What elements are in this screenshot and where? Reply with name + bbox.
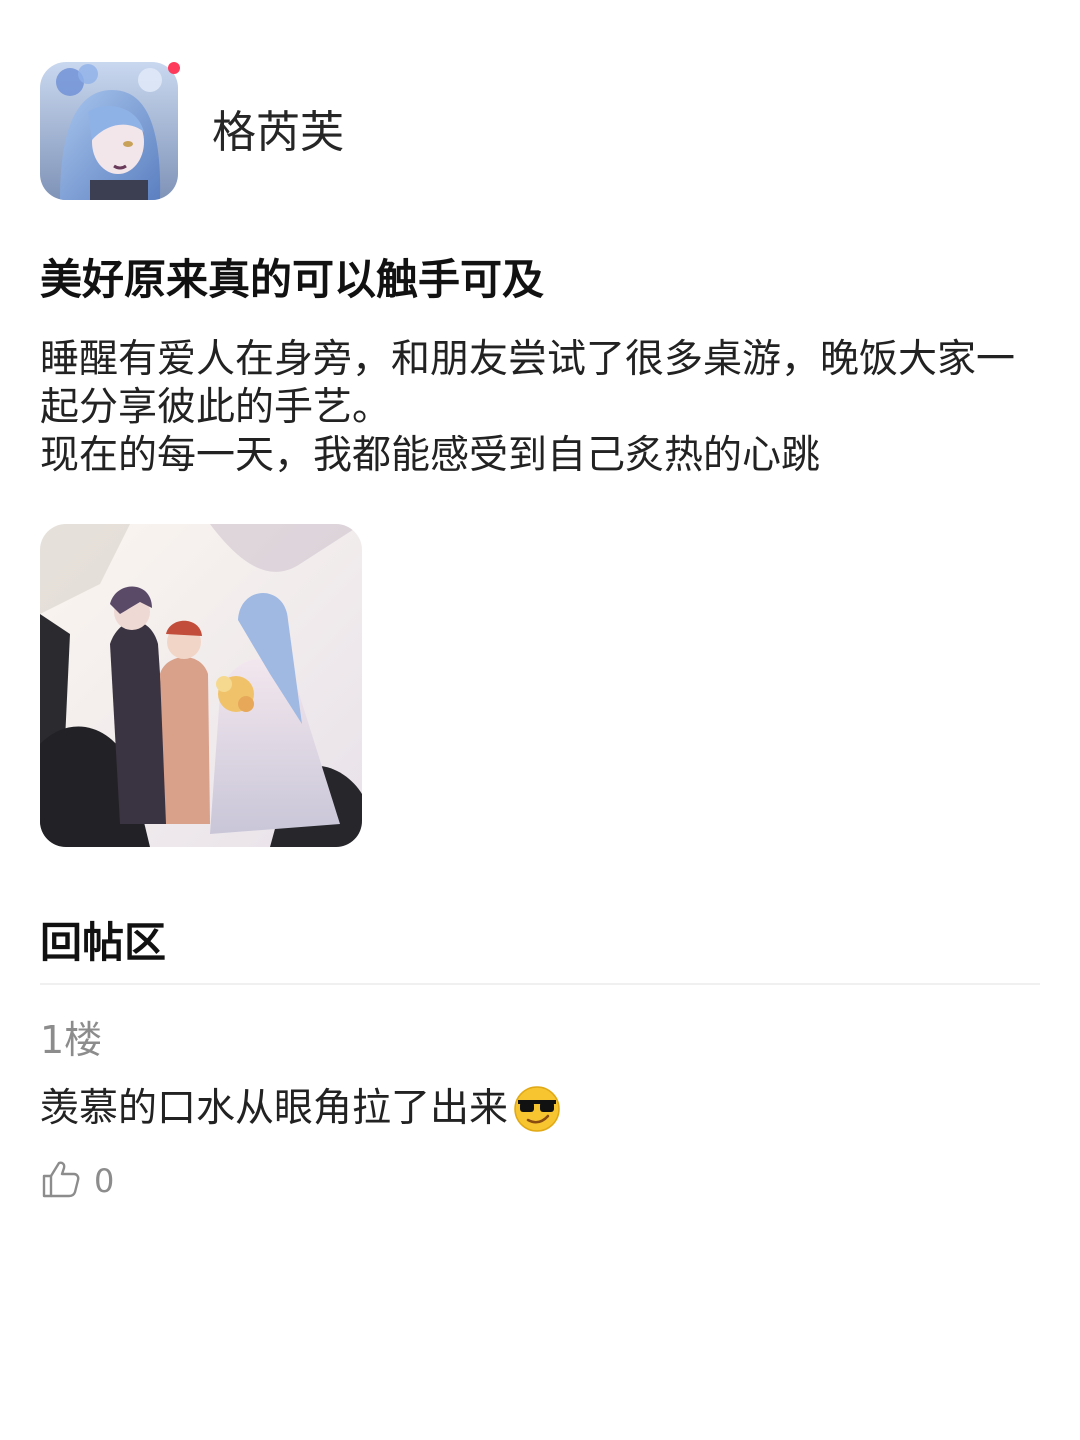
- divider: [40, 983, 1040, 985]
- post-body: 睡醒有爱人在身旁，和朋友尝试了很多桌游，晚饭大家一起分享彼此的手艺。 现在的每一…: [40, 336, 1030, 480]
- reply-text: 羡慕的口水从眼角拉了出来: [40, 1086, 509, 1131]
- post-body-line: 睡醒有爱人在身旁，和朋友尝试了很多桌游，晚饭大家一起分享彼此的手艺。: [40, 337, 1016, 430]
- like-count: 0: [94, 1162, 115, 1200]
- post-page: 格芮芙 美好原来真的可以触手可及 睡醒有爱人在身旁，和朋友尝试了很多桌游，晚饭大…: [0, 0, 1080, 1440]
- reply-floor-label: 1楼: [40, 1018, 103, 1062]
- post-image[interactable]: [40, 524, 362, 847]
- author-name[interactable]: 格芮芙: [212, 106, 344, 160]
- thumbs-up-icon: [40, 1158, 82, 1204]
- like-button[interactable]: 0: [40, 1158, 114, 1204]
- author-avatar[interactable]: [40, 62, 178, 200]
- replies-heading: 回帖区: [40, 918, 167, 967]
- sunglasses-face-icon: [512, 1084, 562, 1134]
- unread-dot: [168, 62, 180, 74]
- post-body-line: 现在的每一天，我都能感受到自己炙热的心跳: [40, 433, 821, 478]
- post-title: 美好原来真的可以触手可及: [40, 255, 545, 304]
- reply-item: 羡慕的口水从眼角拉了出来: [40, 1084, 562, 1134]
